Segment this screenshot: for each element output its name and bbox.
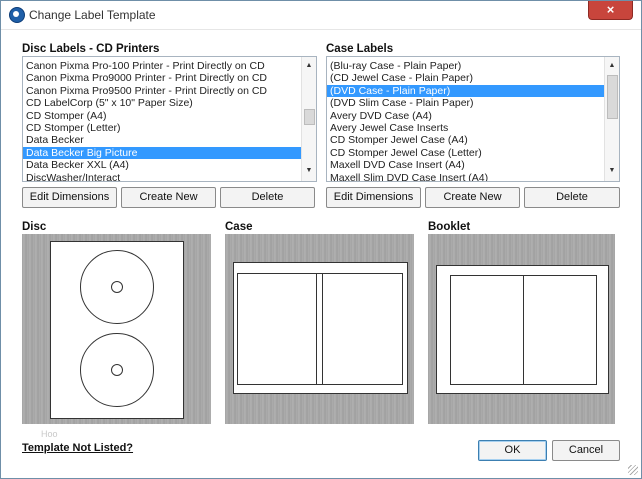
- list-item[interactable]: CD Stomper (A4): [23, 110, 301, 122]
- disc-create-new-button[interactable]: Create New: [121, 187, 216, 208]
- list-item[interactable]: Maxell Slim DVD Case Insert (A4): [327, 172, 604, 181]
- scroll-thumb[interactable]: [304, 109, 315, 125]
- case-panel-front: [322, 273, 403, 385]
- disc-preview-heading: Disc: [22, 221, 47, 233]
- list-item[interactable]: Canon Pixma Pro9000 Printer - Print Dire…: [23, 72, 301, 84]
- disc-labels-heading: Disc Labels - CD Printers: [22, 43, 160, 55]
- case-labels-list[interactable]: (Blu-ray Case - Plain Paper) (CD Jewel C…: [326, 56, 620, 182]
- booklet-preview-sheet: [436, 265, 609, 394]
- scroll-down-arrow-icon[interactable]: ▼: [302, 165, 316, 177]
- disc-circle-bottom: [80, 333, 154, 407]
- dialog-window: Change Label Template × Disc Labels - CD…: [0, 0, 642, 479]
- list-item[interactable]: Canon Pixma Pro-100 Printer - Print Dire…: [23, 60, 301, 72]
- booklet-panel-left: [450, 275, 524, 385]
- list-item[interactable]: (DVD Slim Case - Plain Paper): [327, 97, 604, 109]
- disc-delete-button[interactable]: Delete: [220, 187, 315, 208]
- template-not-listed-link[interactable]: Template Not Listed?: [22, 442, 133, 454]
- case-labels-heading: Case Labels: [326, 43, 394, 55]
- case-delete-button[interactable]: Delete: [524, 187, 620, 208]
- list-item[interactable]: CD LabelCorp (5" x 10" Paper Size): [23, 97, 301, 109]
- list-item[interactable]: Maxell DVD Case Insert (A4): [327, 159, 604, 171]
- close-button[interactable]: ×: [588, 1, 633, 20]
- list-item[interactable]: CD Stomper Jewel Case (A4): [327, 134, 604, 146]
- case-preview: [225, 234, 414, 424]
- case-preview-heading: Case: [225, 221, 253, 233]
- disc-labels-list[interactable]: Canon Pixma Pro-100 Printer - Print Dire…: [22, 56, 317, 182]
- cancel-button[interactable]: Cancel: [552, 440, 620, 461]
- disc-preview: [22, 234, 211, 424]
- case-create-new-button[interactable]: Create New: [425, 187, 520, 208]
- case-preview-sheet: [233, 262, 408, 394]
- booklet-preview-heading: Booklet: [428, 221, 471, 233]
- booklet-panel-right: [523, 275, 597, 385]
- case-edit-dimensions-button[interactable]: Edit Dimensions: [326, 187, 421, 208]
- scroll-up-arrow-icon[interactable]: ▲: [302, 60, 316, 72]
- list-item-selected[interactable]: (DVD Case - Plain Paper): [327, 84, 604, 98]
- disc-hole: [111, 281, 123, 293]
- list-item[interactable]: Canon Pixma Pro9500 Printer - Print Dire…: [23, 85, 301, 97]
- list-item[interactable]: Avery Jewel Case Inserts: [327, 122, 604, 134]
- case-list-scrollbar[interactable]: ▲ ▼: [604, 57, 619, 181]
- resize-grip-icon[interactable]: [628, 465, 638, 475]
- list-item[interactable]: (CD Jewel Case - Plain Paper): [327, 72, 604, 84]
- disc-hole: [111, 364, 123, 376]
- disc-list-scrollbar[interactable]: ▲ ▼: [301, 57, 316, 181]
- disc-circle-top: [80, 250, 154, 324]
- disc-edit-dimensions-button[interactable]: Edit Dimensions: [22, 187, 117, 208]
- booklet-preview: [428, 234, 615, 424]
- scroll-down-arrow-icon[interactable]: ▼: [605, 165, 619, 177]
- app-disc-icon: [9, 7, 25, 23]
- list-item-selected[interactable]: Data Becker Big Picture: [23, 146, 301, 160]
- window-title: Change Label Template: [29, 8, 156, 22]
- ok-button[interactable]: OK: [478, 440, 547, 461]
- faint-text: Ноо: [41, 429, 58, 439]
- scroll-up-arrow-icon[interactable]: ▲: [605, 60, 619, 72]
- title-bar: Change Label Template ×: [1, 1, 641, 30]
- case-panel-back: [237, 273, 318, 385]
- list-item[interactable]: CD Stomper Jewel Case (Letter): [327, 147, 604, 159]
- list-item[interactable]: CD Stomper (Letter): [23, 122, 301, 134]
- scroll-thumb[interactable]: [607, 75, 618, 119]
- list-item[interactable]: Data Becker XXL (A4): [23, 159, 301, 171]
- list-item[interactable]: Avery DVD Case (A4): [327, 110, 604, 122]
- disc-preview-sheet: [50, 241, 184, 419]
- list-item[interactable]: Data Becker: [23, 134, 301, 146]
- list-item[interactable]: (Blu-ray Case - Plain Paper): [327, 60, 604, 72]
- list-item[interactable]: DiscWasher/Interact: [23, 172, 301, 181]
